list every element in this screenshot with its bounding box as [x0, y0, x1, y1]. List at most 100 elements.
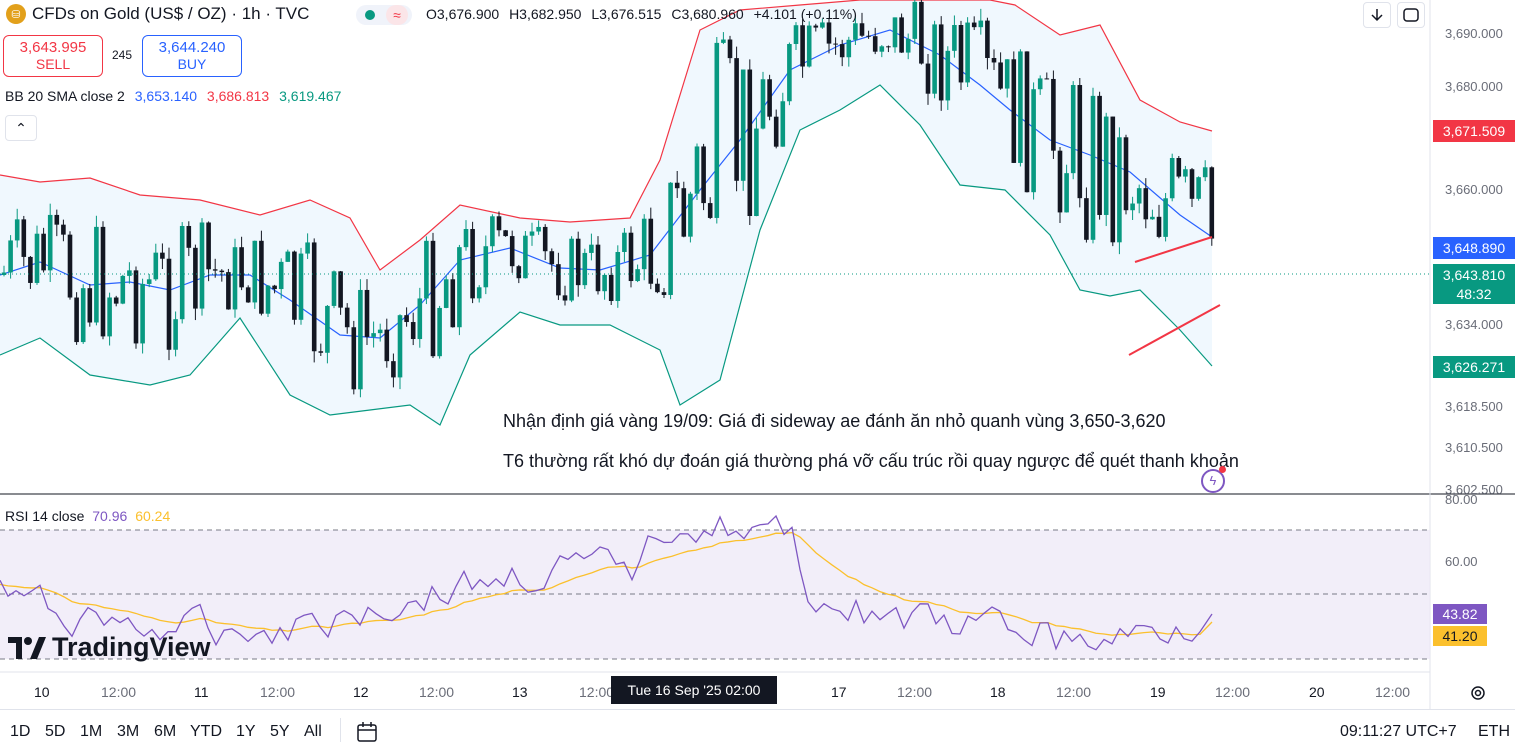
collapse-legend-button[interactable]: ⌃	[5, 115, 37, 141]
price-axis-label: 3,680.000	[1445, 79, 1503, 94]
range-3m-button[interactable]: 3M	[117, 723, 139, 741]
range-1d-button[interactable]: 1D	[10, 723, 30, 741]
candle-body	[1202, 167, 1208, 178]
candle-body	[846, 39, 852, 58]
candle-body	[41, 233, 46, 271]
range-1m-button[interactable]: 1M	[80, 723, 102, 741]
candle-body	[298, 253, 304, 320]
candle-body	[61, 224, 66, 235]
candle-body	[589, 244, 594, 253]
candle-body	[859, 23, 865, 36]
candle-body	[866, 35, 871, 37]
candle-body	[569, 238, 574, 301]
chart-window: ⛁ CFDs on Gold (US$ / OZ) · 1h · TVC ≈ O…	[0, 0, 1515, 748]
tradingview-logo[interactable]: TradingView	[8, 632, 211, 663]
candle-body	[985, 20, 990, 59]
candle-body	[384, 329, 390, 362]
candle-body	[925, 63, 931, 94]
market-status-pill[interactable]: ≈	[356, 5, 412, 25]
candle-body	[212, 269, 218, 271]
candle-body	[186, 225, 192, 248]
spread-value: 245	[112, 48, 133, 62]
candle-body	[278, 261, 284, 290]
symbol-code[interactable]: ETH	[1478, 723, 1510, 741]
candle-body	[641, 218, 647, 270]
range-all-button[interactable]: All	[304, 723, 322, 741]
candle-body	[410, 322, 416, 340]
sell-button[interactable]: 3,643.995 SELL	[3, 35, 103, 77]
time-axis-label: 12	[353, 684, 369, 700]
candle-body	[239, 247, 244, 288]
ohlc-low: L3,676.515	[591, 6, 662, 22]
calendar-goto-icon[interactable]	[356, 721, 380, 743]
candle-body	[325, 305, 330, 353]
candle-body	[1044, 78, 1050, 80]
candle-body	[965, 22, 970, 83]
candle-body	[28, 256, 33, 283]
candle-body	[806, 25, 812, 67]
candle-body	[34, 233, 40, 283]
candle-body	[311, 242, 317, 352]
time-axis-label: 18	[990, 684, 1006, 700]
candle-body	[833, 43, 838, 45]
ohlc-high: H3,682.950	[509, 6, 582, 22]
candle-body	[292, 251, 297, 320]
sell-label: SELL	[35, 56, 71, 72]
candle-body	[754, 128, 759, 217]
bb-legend[interactable]: BB 20 SMA close 2 3,653.140 3,686.813 3,…	[5, 88, 347, 104]
toolbar-divider	[340, 718, 341, 742]
fullscreen-icon	[1403, 8, 1419, 22]
bb-upper-tag: 3,671.509	[1433, 120, 1515, 142]
candle-body	[8, 240, 13, 273]
range-ytd-button[interactable]: YTD	[190, 723, 222, 741]
candle-body	[470, 229, 475, 299]
clock-timezone[interactable]: 09:11:27 UTC+7	[1340, 723, 1457, 741]
time-axis-label: 20	[1309, 684, 1325, 700]
candle-body	[740, 69, 746, 181]
candle-body	[978, 20, 984, 28]
candle-body	[688, 193, 693, 237]
candle-body	[773, 116, 779, 147]
candle-body	[516, 266, 522, 279]
bb-lower-value: 3,619.467	[279, 88, 342, 104]
chart-canvas[interactable]	[0, 0, 1515, 748]
candle-body	[87, 288, 93, 323]
candle-body	[879, 46, 885, 52]
wave-icon: ≈	[386, 5, 408, 25]
price-axis-label: 3,618.500	[1445, 399, 1503, 414]
candle-body	[133, 270, 139, 344]
time-axis-label: 12:00	[1375, 684, 1411, 700]
candle-body	[272, 285, 277, 290]
download-button[interactable]	[1363, 2, 1391, 28]
candle-body	[793, 25, 799, 44]
candle-body	[1136, 188, 1142, 204]
candle-body	[146, 279, 152, 284]
range-5y-button[interactable]: 5Y	[270, 723, 290, 741]
bb-legend-label: BB 20 SMA close 2	[5, 88, 125, 104]
annotation-text-2[interactable]: T6 thường rất khó dự đoán giá thường phá…	[503, 451, 1239, 472]
current-price: 3,643.810	[1442, 267, 1506, 283]
time-axis-label: 11	[194, 684, 209, 700]
candle-body	[21, 219, 27, 257]
candle-body	[767, 79, 772, 117]
candle-body	[886, 46, 891, 48]
settings-gear-icon[interactable]	[1468, 683, 1488, 703]
range-6m-button[interactable]: 6M	[154, 723, 176, 741]
symbol-title[interactable]: ⛁ CFDs on Gold (US$ / OZ) · 1h · TVC	[6, 4, 309, 24]
candle-body	[938, 24, 944, 101]
candle-body	[252, 240, 258, 303]
candle-body	[1117, 137, 1122, 243]
candle-body	[813, 25, 819, 28]
candle-body	[556, 264, 561, 296]
annotation-text-1[interactable]: Nhận định giá vàng 19/09: Giá đi sideway…	[503, 411, 1166, 432]
range-5d-button[interactable]: 5D	[45, 723, 65, 741]
candle-body	[595, 244, 601, 292]
time-axis-label: 12:00	[260, 684, 296, 700]
rsi-legend[interactable]: RSI 14 close 70.96 60.24	[5, 508, 174, 524]
fullscreen-button[interactable]	[1397, 2, 1425, 28]
candle-body	[727, 39, 733, 59]
candle-body	[1169, 158, 1175, 199]
candle-body	[991, 58, 997, 63]
buy-button[interactable]: 3,644.240 BUY	[142, 35, 242, 77]
range-1y-button[interactable]: 1Y	[236, 723, 256, 741]
